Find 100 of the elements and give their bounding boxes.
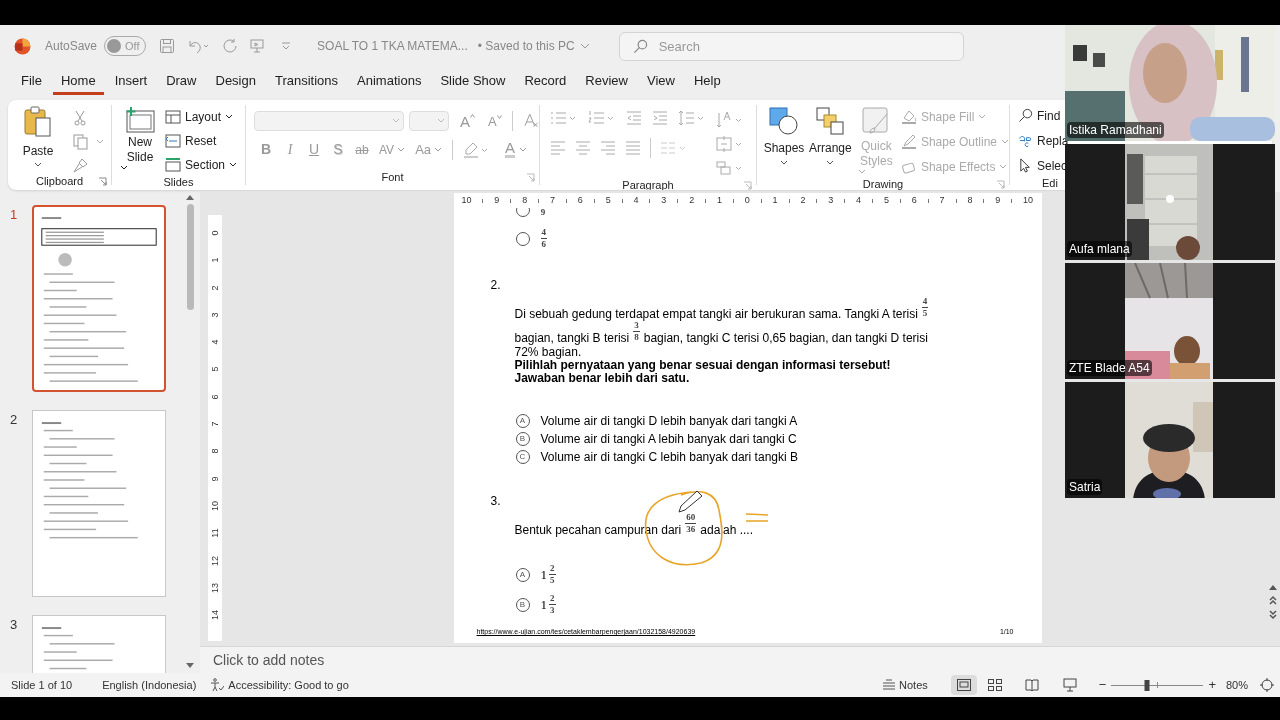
participant-name: ZTE Blade A54 xyxy=(1067,360,1152,376)
zoom-in-button[interactable]: + xyxy=(1208,675,1216,695)
ribbon-command[interactable]: Find xyxy=(1018,106,1061,125)
option-text: Volume air di tangki D lebih banyak dari tangki A xyxy=(540,414,798,428)
zoom-slider[interactable] xyxy=(1111,679,1204,691)
dialog-launcher-icon[interactable] xyxy=(98,176,107,186)
ribbon-command[interactable]: Layout xyxy=(165,107,238,126)
fraction: 2 3 xyxy=(549,594,556,615)
participant-name: Satria xyxy=(1067,479,1103,495)
ruler-number: 3 xyxy=(828,193,834,207)
paint-bucket-icon xyxy=(900,109,917,124)
bullets-icon[interactable] xyxy=(550,110,578,126)
ruler-number: 2 xyxy=(689,193,695,207)
menu-tab[interactable]: Design xyxy=(207,69,264,95)
language-status[interactable]: English (Indonesia) xyxy=(102,676,197,694)
slide-count: Slide 1 of 10 xyxy=(11,677,73,693)
menu-tab[interactable]: Slide Show xyxy=(432,69,514,95)
caret-icon xyxy=(857,169,866,175)
chevron-down-icon[interactable] xyxy=(579,42,590,50)
search-field[interactable]: Search xyxy=(618,31,964,61)
menu-tab[interactable]: File xyxy=(13,69,50,95)
columns-icon[interactable] xyxy=(660,141,688,155)
accessibility-icon[interactable] xyxy=(210,678,225,692)
slide-sorter-icon[interactable] xyxy=(987,679,1002,691)
shapes-button[interactable]: Shapes xyxy=(765,106,803,176)
paste-button[interactable]: Paste xyxy=(16,106,60,173)
increase-indent-icon[interactable] xyxy=(652,110,668,126)
align-left-icon[interactable] xyxy=(550,141,566,155)
previous-slide-icon[interactable] xyxy=(1268,595,1277,605)
presentation-icon[interactable] xyxy=(249,38,266,54)
caret-icon xyxy=(434,146,443,153)
slide-number: 1 xyxy=(10,206,19,224)
save-icon[interactable] xyxy=(159,38,176,54)
align-text-icon[interactable] xyxy=(716,135,744,153)
slide-thumbnail[interactable] xyxy=(32,410,166,597)
ribbon-command[interactable]: Section xyxy=(165,155,238,174)
menu-tab[interactable]: Review xyxy=(577,69,636,95)
ruler-number: 5 xyxy=(605,193,611,207)
copy-icon[interactable] xyxy=(73,134,88,150)
zoom-out-button[interactable]: − xyxy=(1098,675,1107,695)
slide-thumbnail[interactable] xyxy=(32,205,166,392)
redo-icon[interactable] xyxy=(222,38,239,54)
normal-view-button[interactable] xyxy=(950,675,977,695)
numbering-icon[interactable] xyxy=(588,110,616,126)
scissors-icon[interactable] xyxy=(73,110,87,126)
menu-tab[interactable]: Help xyxy=(685,69,729,95)
ruler-number: 8 xyxy=(522,193,528,207)
caret-icon xyxy=(34,162,42,168)
fit-to-window-icon[interactable] xyxy=(1260,678,1274,692)
highlighter-icon[interactable] xyxy=(463,141,490,158)
notes-placeholder[interactable]: Click to add notes xyxy=(213,649,325,671)
ruler-number: 10 xyxy=(461,193,472,207)
ribbon-command[interactable]: Reset xyxy=(165,131,238,150)
menu-tab[interactable]: View xyxy=(639,69,683,95)
arrange-button[interactable]: Arrange xyxy=(809,106,852,176)
menu-tab[interactable]: Home xyxy=(52,69,104,95)
notes-button[interactable]: Notes xyxy=(882,676,928,694)
ruler-number: 11 xyxy=(209,528,221,538)
font-name-field[interactable] xyxy=(254,111,405,131)
decrease-indent-icon[interactable] xyxy=(626,110,642,126)
pencil-icon xyxy=(900,134,917,149)
caret-icon[interactable] xyxy=(96,139,104,145)
ruler-number: 7 xyxy=(209,421,221,427)
next-slide-icon[interactable] xyxy=(1268,610,1277,620)
caret-icon xyxy=(519,146,528,153)
menu-tab[interactable]: Animations xyxy=(349,69,430,95)
menu-tab[interactable]: Record xyxy=(516,69,575,95)
participant-name: Aufa mlana xyxy=(1067,241,1132,257)
dialog-launcher-icon[interactable] xyxy=(743,180,752,190)
scroll-up-icon[interactable] xyxy=(1268,584,1277,590)
menu-tab[interactable]: Insert xyxy=(106,69,156,95)
dialog-launcher-icon[interactable] xyxy=(996,179,1005,189)
text-direction-icon[interactable] xyxy=(716,111,744,129)
scroll-up-icon[interactable] xyxy=(186,194,194,200)
dialog-launcher-icon[interactable] xyxy=(526,172,535,182)
menu-tab[interactable]: Transitions xyxy=(266,69,347,95)
slideshow-icon[interactable] xyxy=(1062,678,1077,692)
ruler-number: 1 xyxy=(716,193,722,207)
zoom-slider-thumb[interactable] xyxy=(1144,679,1150,691)
line-spacing-icon[interactable] xyxy=(678,110,706,126)
slide-number: 2 xyxy=(10,411,19,429)
justify-icon[interactable] xyxy=(625,141,641,155)
scrollbar-thumb[interactable] xyxy=(186,204,194,310)
smartart-icon[interactable] xyxy=(716,159,744,177)
ruler-number: 5 xyxy=(209,367,221,372)
customize-caret-icon[interactable] xyxy=(281,42,292,50)
clear-formatting-icon[interactable] xyxy=(523,113,539,129)
align-center-icon[interactable] xyxy=(575,141,591,155)
fraction: 4 6 xyxy=(540,228,547,249)
menu-tab[interactable]: Draw xyxy=(158,69,205,95)
zoom-percent[interactable]: 80% xyxy=(1225,676,1248,694)
accessibility-status[interactable]: Accessibility: Good to go xyxy=(228,676,349,694)
align-right-icon[interactable] xyxy=(600,141,616,155)
brush-icon[interactable] xyxy=(73,158,88,173)
font-size-field[interactable] xyxy=(409,111,449,131)
reading-view-icon[interactable] xyxy=(1024,679,1039,691)
question-text: bagian, tangki B terisi xyxy=(514,331,630,345)
undo-icon[interactable] xyxy=(186,38,211,54)
new-slide-button[interactable]: New Slide xyxy=(120,106,160,174)
scroll-down-icon[interactable] xyxy=(186,663,194,669)
